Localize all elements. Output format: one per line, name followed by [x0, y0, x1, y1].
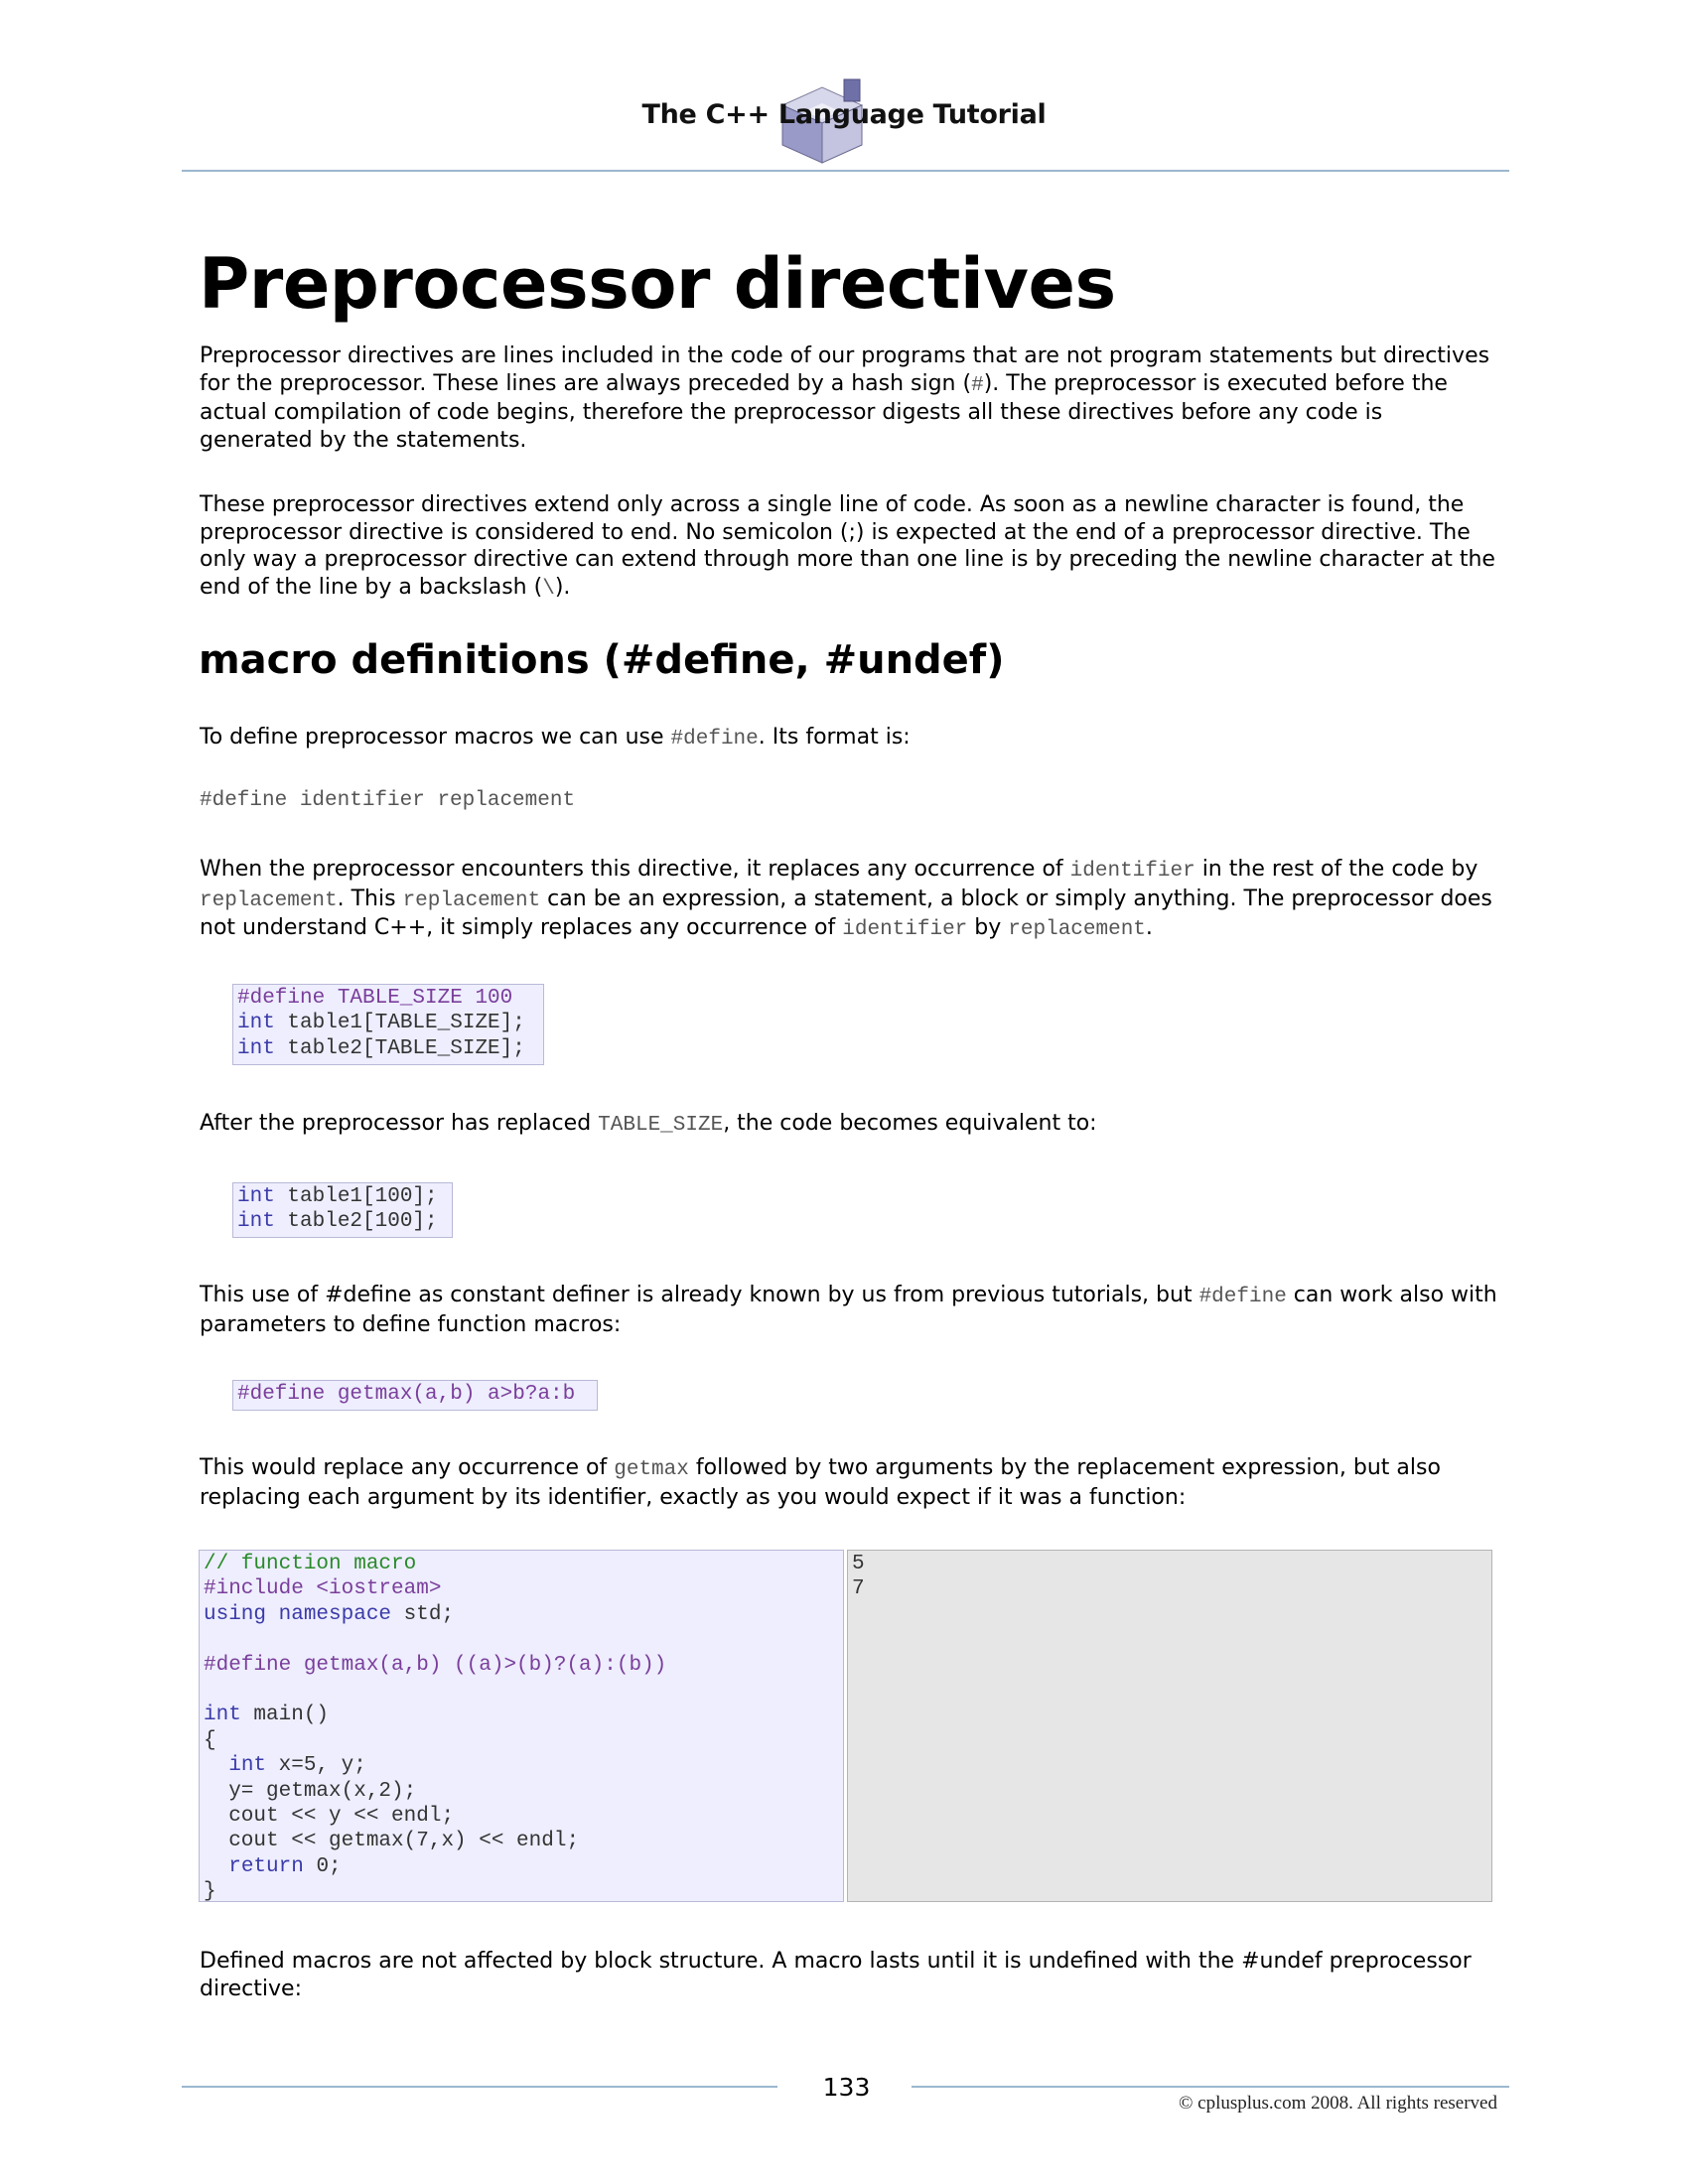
define-intro-paragraph: To define preprocessor macros we can use… — [200, 725, 911, 751]
after-replace-paragraph: After the preprocessor has replaced TABL… — [200, 1111, 1097, 1137]
code-block-getmax: #define getmax(a,b) a>b?a:b — [232, 1380, 598, 1411]
getmax-paragraph: This would replace any occurrence of get… — [200, 1455, 1441, 1510]
program-output: 5 7 — [847, 1550, 1492, 1902]
code-block-expanded: int table1[100]; int table2[100]; — [232, 1182, 453, 1238]
code-example-function-macro: // function macro #include <iostream> us… — [199, 1550, 844, 1903]
define-syntax: #define identifier replacement — [200, 789, 576, 812]
section-heading: macro definitions (#define, #undef) — [199, 637, 1005, 683]
page-number: 133 — [822, 2073, 871, 2102]
page-title: Preprocessor directives — [199, 243, 1116, 325]
intro-paragraph-2: These preprocessor directives extend onl… — [200, 492, 1495, 601]
undef-paragraph: Defined macros are not affected by block… — [200, 1949, 1472, 2001]
code-block-table-size: #define TABLE_SIZE 100 int table1[TABLE_… — [232, 984, 544, 1065]
header-title: The C++ Language Tutorial — [641, 99, 1047, 130]
intro-paragraph-1: Preprocessor directives are lines includ… — [200, 343, 1490, 453]
copyright-notice: © cplusplus.com 2008. All rights reserve… — [1178, 2093, 1497, 2114]
function-macro-paragraph: This use of #define as constant definer … — [200, 1283, 1497, 1337]
footer-divider-left — [182, 2086, 777, 2088]
output-line: 7 — [852, 1577, 865, 1601]
footer-divider-right — [912, 2086, 1509, 2088]
output-line: 5 — [852, 1553, 865, 1575]
header-divider — [182, 170, 1509, 172]
replacement-paragraph: When the preprocessor encounters this di… — [200, 857, 1492, 941]
